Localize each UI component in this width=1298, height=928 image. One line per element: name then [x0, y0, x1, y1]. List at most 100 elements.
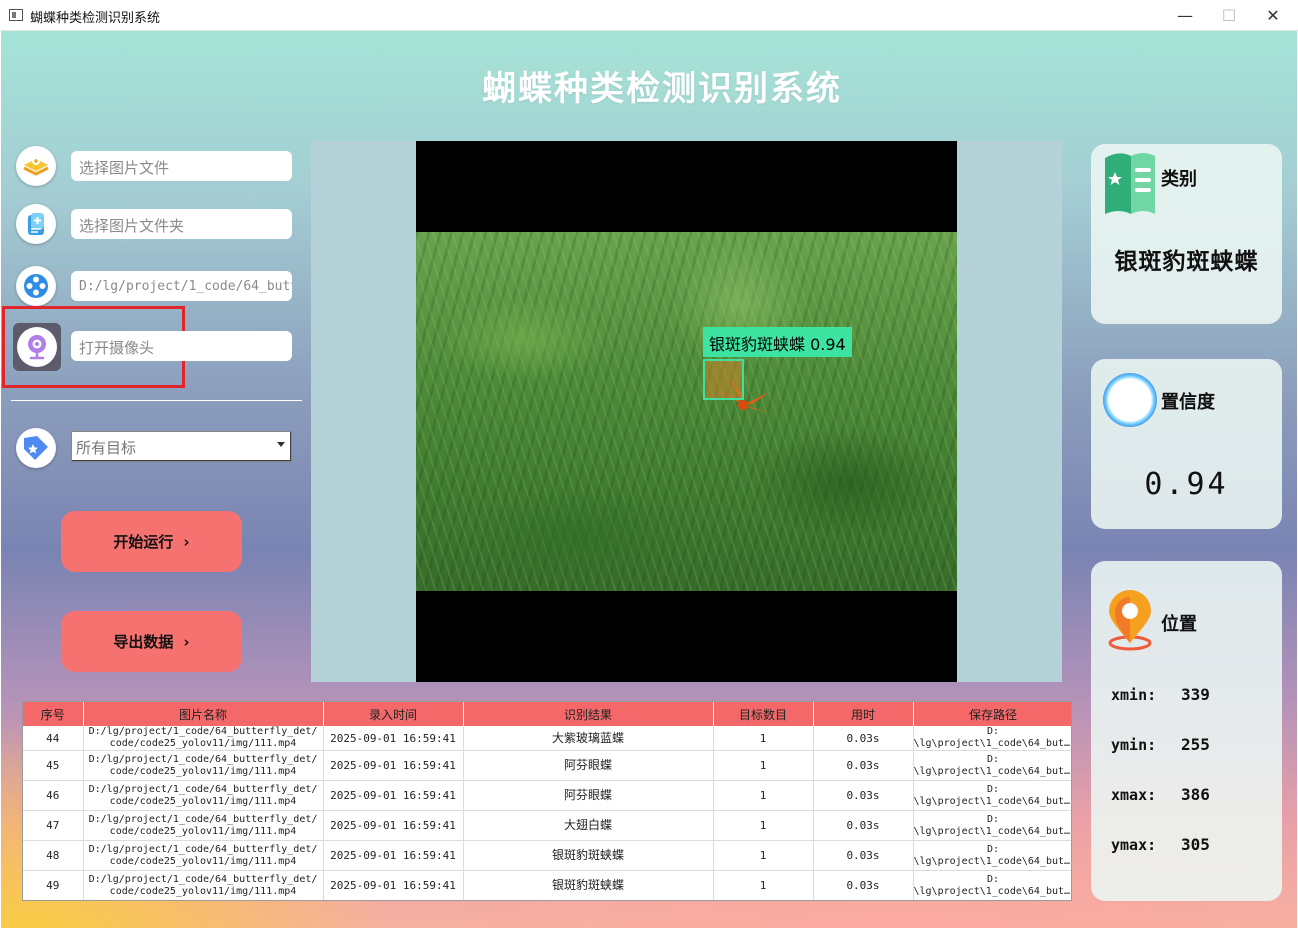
col-header-name[interactable]: 图片名称: [83, 702, 324, 726]
cell-name: D:/lg/project/1_code/64_butterfly_det/co…: [83, 840, 324, 871]
image-file-icon[interactable]: [16, 146, 56, 186]
cell-result: 阿芬眼蝶: [463, 750, 714, 781]
cell-index: 49: [23, 870, 84, 900]
ymax-value: 305: [1181, 835, 1210, 854]
select-image-input[interactable]: 选择图片文件: [71, 151, 292, 181]
col-header-result[interactable]: 识别结果: [463, 702, 714, 726]
cell-time: 2025-09-01 16:59:41: [323, 840, 464, 871]
confidence-card: 置信度 0.94: [1091, 359, 1282, 529]
app-icon: [9, 9, 23, 21]
col-header-path[interactable]: 保存路径: [913, 702, 1071, 726]
camera-input[interactable]: 打开摄像头: [71, 331, 292, 361]
table-row[interactable]: 44 D:/lg/project/1_code/64_butterfly_det…: [23, 726, 1071, 751]
map-pin-icon: [1108, 590, 1152, 651]
webcam-icon[interactable]: [13, 323, 61, 371]
app-title: 蝴蝶种类检测识别系统: [482, 69, 842, 109]
cell-count: 1: [713, 780, 814, 811]
cell-count: 1: [713, 870, 814, 900]
cell-name: D:/lg/project/1_code/64_butterfly_det/co…: [83, 780, 324, 811]
image-viewer: 银斑豹斑蛱蝶 0.94: [311, 141, 1062, 682]
class-value: 银斑豹斑蛱蝶: [1114, 249, 1259, 275]
ymin-value: 255: [1181, 735, 1210, 754]
cell-path: D:\lg\project\1_code\64_butterfly_det: [913, 750, 1071, 781]
cell-path: D:\lg\project\1_code\64_butterfly_det: [913, 780, 1071, 811]
cell-time: 2025-09-01 16:59:41: [323, 726, 464, 751]
maximize-button[interactable]: ☐: [1206, 0, 1252, 31]
cell-elapsed: 0.03s: [813, 810, 914, 841]
cell-name: D:/lg/project/1_code/64_butterfly_det/co…: [83, 870, 324, 900]
cell-count: 1: [713, 810, 814, 841]
cell-elapsed: 0.03s: [813, 870, 914, 900]
cell-elapsed: 0.03s: [813, 780, 914, 811]
cell-path: D:\lg\project\1_code\64_butterfly_det: [913, 726, 1071, 751]
video-reel-icon[interactable]: [16, 266, 56, 306]
cell-count: 1: [713, 840, 814, 871]
divider: [11, 400, 302, 401]
cell-name: D:/lg/project/1_code/64_butterfly_det/co…: [83, 810, 324, 841]
select-folder-input[interactable]: 选择图片文件夹: [71, 209, 292, 239]
butterfly-photo: 银斑豹斑蛱蝶 0.94: [416, 232, 957, 591]
ring-icon: [1103, 373, 1157, 427]
position-heading: 位置: [1161, 614, 1197, 635]
table-row[interactable]: 47 D:/lg/project/1_code/64_butterfly_det…: [23, 810, 1071, 841]
start-run-label: 开始运行: [113, 533, 174, 551]
col-header-time[interactable]: 录入时间: [323, 702, 464, 726]
detection-label: 银斑豹斑蛱蝶 0.94: [703, 327, 852, 357]
cell-elapsed: 0.03s: [813, 726, 914, 751]
cell-result: 大翅白蝶: [463, 810, 714, 841]
table-header-row: 序号 图片名称 录入时间 识别结果 目标数目 用时 保存路径: [23, 702, 1071, 726]
tag-star-icon: [16, 428, 56, 468]
cell-time: 2025-09-01 16:59:41: [323, 780, 464, 811]
table-row[interactable]: 48 D:/lg/project/1_code/64_butterfly_det…: [23, 840, 1071, 871]
table-row[interactable]: 46 D:/lg/project/1_code/64_butterfly_det…: [23, 780, 1071, 811]
chevron-down-icon: [277, 442, 285, 447]
class-card: 类别 银斑豹斑蛱蝶: [1091, 144, 1282, 324]
xmax-value: 386: [1181, 785, 1210, 804]
window-title: 蝴蝶种类检测识别系统: [30, 11, 161, 26]
cell-count: 1: [713, 750, 814, 781]
close-button[interactable]: ✕: [1250, 0, 1296, 31]
cell-index: 45: [23, 750, 84, 781]
export-data-label: 导出数据: [113, 633, 174, 651]
cell-time: 2025-09-01 16:59:41: [323, 870, 464, 900]
cell-result: 银斑豹斑蛱蝶: [463, 840, 714, 871]
cell-elapsed: 0.03s: [813, 840, 914, 871]
cell-index: 48: [23, 840, 84, 871]
book-icon: [1105, 153, 1155, 214]
video-frame: 银斑豹斑蛱蝶 0.94: [416, 141, 957, 682]
cell-time: 2025-09-01 16:59:41: [323, 750, 464, 781]
cell-index: 44: [23, 726, 84, 751]
target-select-value: 所有目标: [76, 439, 137, 457]
xmin-value: 339: [1181, 685, 1210, 704]
cell-path: D:\lg\project\1_code\64_butterfly_det: [913, 810, 1071, 841]
results-table[interactable]: 序号 图片名称 录入时间 识别结果 目标数目 用时 保存路径 44 D:/lg/…: [22, 701, 1072, 901]
cell-result: 银斑豹斑蛱蝶: [463, 870, 714, 900]
minimize-button[interactable]: —: [1162, 0, 1208, 31]
xmin-label: xmin:: [1111, 686, 1157, 704]
position-card: 位置 xmin: 339 ymin: 255 xmax: 386 ymax: 3…: [1091, 561, 1282, 901]
video-path-field[interactable]: D:/lg/project/1_code/64_butterfly_det/co…: [71, 271, 292, 301]
folder-add-icon[interactable]: [16, 204, 56, 244]
ymin-label: ymin:: [1111, 736, 1157, 754]
export-data-button[interactable]: 导出数据 ›: [61, 611, 242, 672]
cell-time: 2025-09-01 16:59:41: [323, 810, 464, 841]
xmax-label: xmax:: [1111, 786, 1157, 804]
col-header-index[interactable]: 序号: [23, 702, 84, 726]
cell-elapsed: 0.03s: [813, 750, 914, 781]
confidence-heading: 置信度: [1161, 392, 1215, 413]
table-row[interactable]: 49 D:/lg/project/1_code/64_butterfly_det…: [23, 870, 1071, 900]
cell-index: 46: [23, 780, 84, 811]
app-body: 蝴蝶种类检测识别系统 选择图片文件 选择图片文件夹 D:/lg/project/…: [1, 31, 1297, 928]
cell-result: 阿芬眼蝶: [463, 780, 714, 811]
start-run-button[interactable]: 开始运行 ›: [61, 511, 242, 572]
col-header-count[interactable]: 目标数目: [713, 702, 814, 726]
cell-name: D:/lg/project/1_code/64_butterfly_det/co…: [83, 726, 324, 751]
detection-box: [703, 359, 744, 400]
col-header-elapsed[interactable]: 用时: [813, 702, 914, 726]
chevron-right-icon: ›: [183, 532, 190, 551]
table-row[interactable]: 45 D:/lg/project/1_code/64_butterfly_det…: [23, 750, 1071, 781]
ymax-label: ymax:: [1111, 836, 1157, 854]
cell-index: 47: [23, 810, 84, 841]
class-heading: 类别: [1161, 169, 1197, 190]
target-select[interactable]: 所有目标: [71, 431, 292, 462]
